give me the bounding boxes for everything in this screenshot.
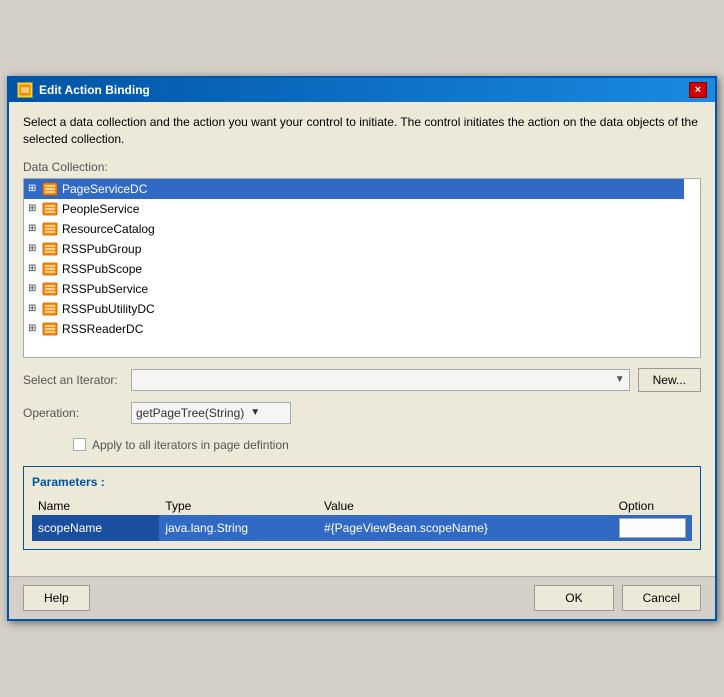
cancel-button[interactable]: Cancel [622,585,701,611]
new-button[interactable]: New... [638,368,701,392]
tree-item-label: RSSPubService [62,282,148,296]
tree-item[interactable]: ⊞ PageServiceDC [24,179,684,199]
parameters-table: Name Type Value Option scopeName java.la… [32,497,692,541]
iterator-row: Select an Iterator: ▼ New... [23,368,701,392]
edit-action-binding-dialog: Edit Action Binding × Select a data coll… [7,76,717,621]
tree-item[interactable]: ⊞ RSSPubUtilityDC [24,299,684,319]
close-button[interactable]: × [689,82,707,98]
iterator-select[interactable]: ▼ [131,369,630,391]
ok-button[interactable]: OK [534,585,613,611]
expand-icon: ⊞ [28,223,40,234]
expand-icon: ⊞ [28,203,40,214]
expand-icon: ⊞ [28,303,40,314]
col-type: Type [159,497,318,515]
data-collection-tree[interactable]: ⊞ PageServiceDC ⊞ PeopleS [23,178,701,358]
expand-icon: ⊞ [28,283,40,294]
option-select[interactable]: ▼ [619,518,686,538]
dialog-title: Edit Action Binding [39,83,150,97]
params-header-row: Name Type Value Option [32,497,692,515]
node-icon [42,181,58,197]
apply-all-checkbox[interactable] [73,438,86,451]
tree-item-label: RSSPubGroup [62,242,141,256]
help-button[interactable]: Help [23,585,90,611]
col-value: Value [318,497,613,515]
tree-item-label: RSSPubScope [62,262,142,276]
node-icon [42,261,58,277]
data-collection-label: Data Collection: [23,160,701,174]
parameters-title: Parameters : [32,475,692,489]
tree-item[interactable]: ⊞ RSSPubService [24,279,684,299]
col-name: Name [32,497,159,515]
operation-row: Operation: getPageTree(String) ▼ [23,402,701,424]
operation-value: getPageTree(String) [136,406,244,420]
operation-label: Operation: [23,406,123,420]
tree-item[interactable]: ⊞ RSSReaderDC [24,319,684,339]
col-option: Option [613,497,692,515]
description-text: Select a data collection and the action … [23,114,701,148]
tree-item[interactable]: ⊞ RSSPubGroup [24,239,684,259]
param-option[interactable]: ▼ [613,515,692,541]
param-type: java.lang.String [159,515,318,541]
tree-item-label: RSSPubUtilityDC [62,302,155,316]
tree-item[interactable]: ⊞ ResourceCatalog [24,219,684,239]
operation-select[interactable]: getPageTree(String) ▼ [131,402,291,424]
tree-item-label: PeopleService [62,202,139,216]
node-icon [42,321,58,337]
expand-icon: ⊞ [28,323,40,334]
param-value: #{PageViewBean.scopeName} [318,515,613,541]
expand-icon: ⊞ [28,263,40,274]
operation-dropdown-arrow: ▼ [250,407,260,418]
node-icon [42,221,58,237]
node-icon [42,301,58,317]
tree-item-label: ResourceCatalog [62,222,155,236]
node-icon [42,241,58,257]
footer-buttons: OK Cancel [534,585,701,611]
tree-item-label: PageServiceDC [62,182,147,196]
table-row[interactable]: scopeName java.lang.String #{PageViewBea… [32,515,692,541]
tree-item[interactable]: ⊞ PeopleService [24,199,684,219]
tree-item-label: RSSReaderDC [62,322,143,336]
node-icon [42,201,58,217]
expand-icon: ⊞ [28,183,40,194]
option-dropdown-arrow: ▼ [673,522,683,533]
dialog-icon [17,82,33,98]
checkbox-label: Apply to all iterators in page defintion [92,438,289,452]
node-icon [42,281,58,297]
iterator-label: Select an Iterator: [23,373,123,387]
parameters-section: Parameters : Name Type Value Option scop… [23,466,701,550]
expand-icon: ⊞ [28,243,40,254]
param-name: scopeName [32,515,159,541]
tree-item[interactable]: ⊞ RSSPubScope [24,259,684,279]
checkbox-row: Apply to all iterators in page defintion [73,438,701,452]
iterator-dropdown-arrow: ▼ [615,374,625,385]
title-bar: Edit Action Binding × [9,78,715,102]
dialog-body: Select a data collection and the action … [9,102,715,576]
title-bar-left: Edit Action Binding [17,82,150,98]
dialog-footer: Help OK Cancel [9,576,715,619]
